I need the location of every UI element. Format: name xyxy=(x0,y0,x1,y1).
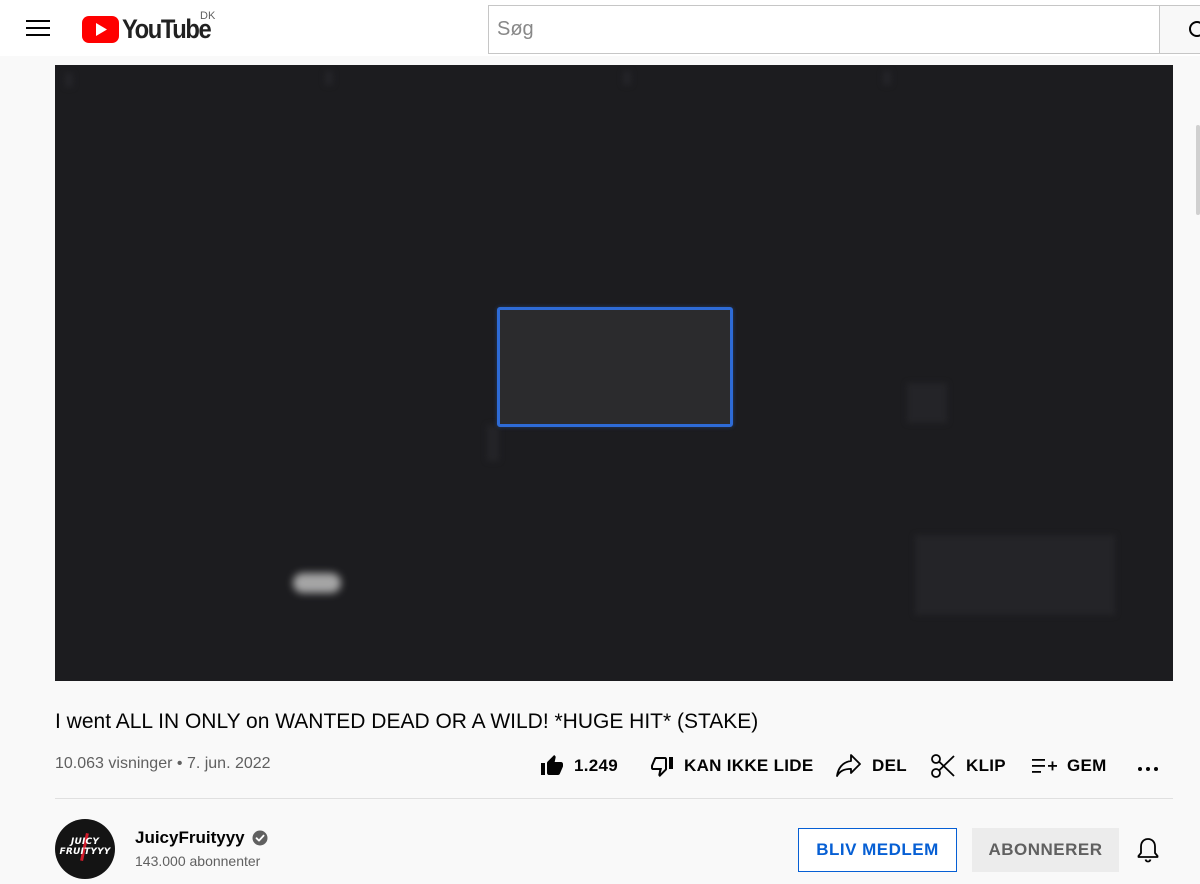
country-code: DK xyxy=(200,10,216,22)
player-blurred-object xyxy=(293,573,341,593)
scrollbar[interactable] xyxy=(1196,125,1200,215)
player-center-box xyxy=(497,307,733,427)
player-artifact xyxy=(65,73,73,87)
avatar-logo-text: JUICY FRUITYYY xyxy=(55,837,115,857)
logo-wordmark: YouTube xyxy=(122,13,212,44)
notification-bell-button[interactable] xyxy=(1134,836,1162,864)
subscriber-count: 143.000 abonnenter xyxy=(135,853,261,869)
subscribed-button[interactable]: ABONNERER xyxy=(972,828,1119,872)
thumbs-up-icon xyxy=(541,755,563,775)
player-artifact xyxy=(915,535,1115,615)
player-artifact xyxy=(487,425,499,461)
clip-label: KLIP xyxy=(966,756,1006,775)
playlist-add-icon xyxy=(1032,759,1057,773)
search-button[interactable] xyxy=(1159,5,1200,54)
dislike-label: KAN IKKE LIDE xyxy=(684,756,814,775)
search-input[interactable] xyxy=(488,5,1160,54)
share-button[interactable]: DEL xyxy=(836,750,907,782)
search-icon xyxy=(1189,21,1200,37)
player-artifact xyxy=(907,383,947,423)
video-player[interactable] xyxy=(55,65,1173,681)
more-actions-button[interactable] xyxy=(1136,750,1170,782)
action-bar: 1.249 KAN IKKE LIDE DEL KLIP GEM xyxy=(0,750,1200,782)
dislike-button[interactable]: KAN IKKE LIDE xyxy=(650,750,814,782)
verified-icon xyxy=(252,830,268,846)
player-artifact xyxy=(623,71,631,85)
save-button[interactable]: GEM xyxy=(1031,750,1107,782)
channel-name: JuicyFruityyy xyxy=(135,828,245,847)
avatar-text-bottom: FRUITYYY xyxy=(59,847,111,857)
share-label: DEL xyxy=(872,756,907,775)
masthead: YouTube DK xyxy=(0,0,1200,56)
video-title: I went ALL IN ONLY on WANTED DEAD OR A W… xyxy=(55,710,759,733)
like-count: 1.249 xyxy=(574,756,619,775)
channel-avatar[interactable]: JUICY FRUITYYY xyxy=(55,819,115,879)
player-artifact xyxy=(883,71,891,85)
thumbs-down-icon xyxy=(651,757,673,777)
player-artifact xyxy=(325,71,333,85)
channel-name-link[interactable]: JuicyFruityyy xyxy=(135,828,268,848)
scissors-icon xyxy=(931,754,955,778)
youtube-logo-icon xyxy=(82,15,119,43)
clip-button[interactable]: KLIP xyxy=(930,750,1006,782)
avatar-text-top: JUICY xyxy=(70,837,100,847)
more-icon xyxy=(1138,767,1158,771)
hamburger-menu-icon xyxy=(26,20,50,36)
share-icon xyxy=(836,754,861,777)
bell-icon xyxy=(1137,838,1159,863)
save-label: GEM xyxy=(1067,756,1107,775)
like-button[interactable]: 1.249 xyxy=(540,750,618,782)
divider xyxy=(55,798,1173,799)
join-button[interactable]: BLIV MEDLEM xyxy=(798,828,957,872)
menu-button[interactable] xyxy=(16,8,60,48)
